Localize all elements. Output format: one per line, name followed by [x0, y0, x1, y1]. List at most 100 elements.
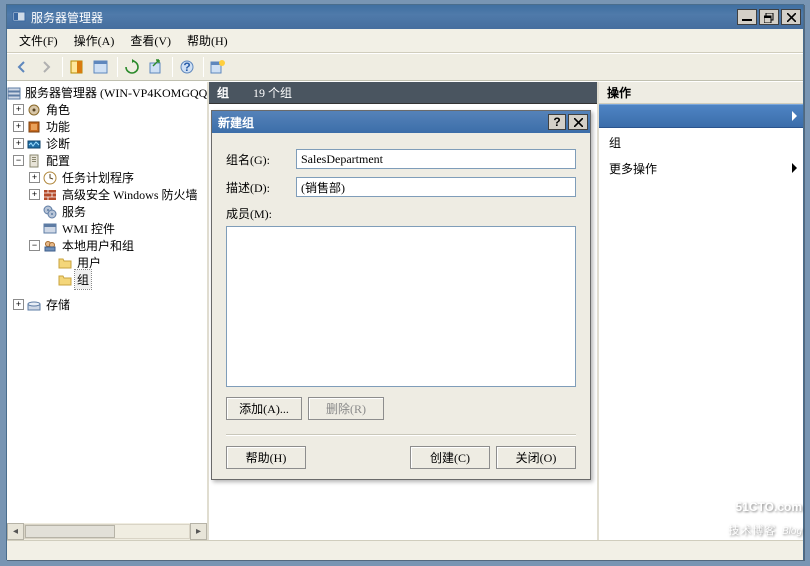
remove-button[interactable]: 删除(R) [308, 397, 384, 420]
features-icon [26, 119, 42, 135]
new-group-dialog: 新建组 ? 组名(G): 描述(D): 成员(M): 添加(A)... 删除(R… [211, 110, 591, 480]
tree-task-scheduler[interactable]: + 任务计划程序 [7, 169, 207, 186]
expander-minus-icon[interactable]: − [13, 155, 24, 166]
tree-configuration[interactable]: − 配置 [7, 152, 207, 169]
description-input[interactable] [296, 177, 576, 197]
expander-plus-icon[interactable]: + [13, 104, 24, 115]
toolbar-separator-3 [172, 57, 173, 77]
titlebar[interactable]: 服务器管理器 [7, 5, 803, 29]
storage-icon [26, 297, 42, 313]
tree-roles[interactable]: + 角色 [7, 101, 207, 118]
expander-plus-icon[interactable]: + [29, 189, 40, 200]
actions-item-more[interactable]: 更多操作 [599, 157, 803, 179]
tree-features[interactable]: + 功能 [7, 118, 207, 135]
help-button[interactable]: ? [176, 56, 198, 78]
gear-icon [42, 204, 58, 220]
tree-root[interactable]: 服务器管理器 (WIN-VP4KOMGQQ9 [7, 84, 207, 101]
tree-wmi[interactable]: WMI 控件 [7, 220, 207, 237]
toolbar-separator [62, 57, 63, 77]
svg-text:?: ? [183, 60, 190, 74]
clock-icon [42, 170, 58, 186]
menubar: 文件(F) 操作(A) 查看(V) 帮助(H) [7, 29, 803, 53]
diagnostics-icon [26, 136, 42, 152]
center-header-label: 组 [217, 84, 229, 101]
export-button[interactable] [145, 56, 167, 78]
scroll-track[interactable] [24, 524, 190, 539]
menu-view[interactable]: 查看(V) [122, 29, 179, 52]
action-pane-button[interactable] [90, 56, 112, 78]
chevron-right-icon [792, 111, 797, 121]
tree-local-users-groups[interactable]: − 本地用户和组 [7, 237, 207, 254]
dialog-titlebar[interactable]: 新建组 ? [212, 111, 590, 133]
window-title: 服务器管理器 [31, 9, 735, 26]
wmi-icon [42, 221, 58, 237]
expander-minus-icon[interactable]: − [29, 240, 40, 251]
actions-item-group[interactable]: 组 [599, 128, 803, 157]
dialog-close-button[interactable] [568, 114, 588, 130]
tree-diagnostics[interactable]: + 诊断 [7, 135, 207, 152]
description-label: 描述(D): [226, 179, 296, 196]
watermark-brand: 51CTO.com [736, 500, 802, 514]
menu-help[interactable]: 帮助(H) [179, 29, 236, 52]
expander-plus-icon[interactable]: + [13, 299, 24, 310]
forward-button[interactable] [35, 56, 57, 78]
tree-firewall[interactable]: + 高级安全 Windows 防火墙 [7, 186, 207, 203]
close-button[interactable] [781, 9, 801, 25]
tree-services[interactable]: 服务 [7, 203, 207, 220]
configuration-icon [26, 153, 42, 169]
dialog-help-button[interactable]: ? [548, 114, 566, 130]
expander-plus-icon[interactable]: + [13, 121, 24, 132]
dialog-divider [226, 434, 576, 436]
tree-storage[interactable]: + 存储 [7, 296, 207, 313]
firewall-icon [42, 187, 58, 203]
window-buttons [735, 9, 801, 25]
create-button[interactable]: 创建(C) [410, 446, 490, 469]
dialog-title: 新建组 [218, 114, 546, 131]
menu-action[interactable]: 操作(A) [66, 29, 123, 52]
scroll-left-button[interactable]: ◂ [7, 523, 24, 540]
help-button[interactable]: 帮助(H) [226, 446, 306, 469]
roles-icon [26, 102, 42, 118]
close-dialog-button[interactable]: 关闭(O) [496, 446, 576, 469]
tree-hscrollbar[interactable]: ◂ ▸ [7, 523, 207, 540]
toolbar-separator-4 [203, 57, 204, 77]
actions-title: 操作 [599, 82, 803, 104]
minimize-button[interactable] [737, 9, 757, 25]
actions-body: 组 更多操作 [599, 104, 803, 540]
tree-users[interactable]: 用户 [7, 254, 207, 271]
new-group-button[interactable] [207, 56, 229, 78]
tree-pane: 服务器管理器 (WIN-VP4KOMGQQ9 + 角色 + 功能 + 诊断 [7, 82, 209, 540]
toolbar: ? [7, 53, 803, 81]
add-button[interactable]: 添加(A)... [226, 397, 302, 420]
statusbar [7, 540, 803, 560]
users-groups-icon [42, 238, 58, 254]
actions-item-more-label: 更多操作 [609, 160, 657, 177]
expander-plus-icon[interactable]: + [13, 138, 24, 149]
actions-pane: 操作 组 更多操作 [599, 82, 803, 540]
watermark-blog: Blog [782, 526, 802, 537]
watermark: 51CTO.com 技术博客 Blog [728, 494, 802, 540]
back-button[interactable] [11, 56, 33, 78]
group-name-label: 组名(G): [226, 151, 296, 168]
refresh-button[interactable] [121, 56, 143, 78]
members-label: 成员(M): [226, 205, 576, 222]
tree-groups[interactable]: 组 [7, 271, 207, 288]
expander-plus-icon[interactable]: + [29, 172, 40, 183]
show-hide-button[interactable] [66, 56, 88, 78]
menu-file[interactable]: 文件(F) [11, 29, 66, 52]
dialog-body: 组名(G): 描述(D): 成员(M): 添加(A)... 删除(R) 帮助(H… [212, 133, 590, 479]
toolbar-separator-2 [117, 57, 118, 77]
scroll-right-button[interactable]: ▸ [190, 523, 207, 540]
restore-button[interactable] [759, 9, 779, 25]
folder-icon [57, 272, 73, 288]
scroll-thumb[interactable] [25, 525, 115, 538]
chevron-right-icon [792, 163, 797, 173]
members-listbox[interactable] [226, 226, 576, 387]
center-header-count: 19 个组 [253, 84, 292, 101]
app-icon [11, 9, 27, 25]
server-icon [7, 85, 21, 101]
actions-section-header[interactable] [599, 104, 803, 128]
tree: 服务器管理器 (WIN-VP4KOMGQQ9 + 角色 + 功能 + 诊断 [7, 82, 207, 315]
center-header: 组 19 个组 [209, 82, 597, 104]
group-name-input[interactable] [296, 149, 576, 169]
